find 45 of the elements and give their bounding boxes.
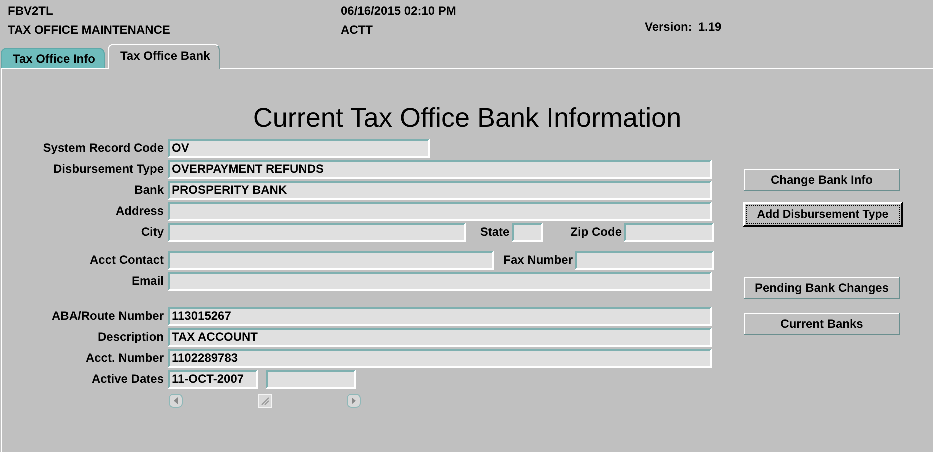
input-field[interactable]: OVERPAYMENT REFUNDS [168, 160, 712, 178]
input-field[interactable]: 113015267 [168, 306, 712, 326]
input-field[interactable] [168, 272, 712, 290]
field-label: City [140, 225, 165, 239]
scroll-right-icon[interactable] [347, 394, 361, 408]
field-label: Address [114, 204, 165, 218]
field-label: Description [96, 330, 165, 344]
form-name: TAX OFFICE MAINTENANCE [8, 24, 172, 36]
scroll-left-icon[interactable] [169, 394, 183, 408]
field-label: Fax Number [504, 253, 574, 267]
field-label: Bank [134, 183, 165, 197]
scroll-thumb[interactable] [258, 394, 272, 408]
input-field[interactable]: 1102289783 [168, 348, 712, 368]
button[interactable]: Pending Bank Changes [744, 277, 900, 299]
field-label: Email [130, 274, 165, 288]
input-field[interactable] [168, 250, 494, 270]
user-name: ACTT [341, 24, 374, 36]
button[interactable]: Add Disbursement Type [743, 202, 903, 227]
field-label: Zip Code [570, 225, 623, 239]
input-field[interactable]: 11-OCT-2007 [168, 370, 258, 388]
field-label: System Record Code [42, 141, 165, 155]
date-time: 06/16/2015 02:10 PM [341, 5, 458, 17]
input-field[interactable] [624, 222, 714, 242]
page-title: Current Tax Office Bank Information [252, 102, 683, 135]
input-field[interactable] [168, 222, 466, 242]
input-field[interactable]: OV [168, 138, 430, 158]
version-label: Version: [645, 21, 692, 33]
button[interactable]: Change Bank Info [744, 169, 900, 191]
input-field[interactable] [575, 250, 714, 270]
input-field[interactable] [168, 202, 712, 220]
field-label: Active Dates [90, 372, 165, 386]
form-code: FBV2TL [8, 5, 54, 17]
field-label: ABA/Route Number [50, 309, 165, 323]
field-label: Disbursement Type [52, 162, 165, 176]
input-field[interactable] [512, 222, 543, 242]
tab[interactable]: Tax Office Bank [108, 44, 220, 69]
field-label: Acct Contact [88, 253, 165, 267]
button[interactable]: Current Banks [744, 313, 900, 335]
tab[interactable]: Tax Office Info [1, 48, 106, 68]
field-label: Acct. Number [84, 351, 165, 365]
field-label: State [480, 225, 511, 239]
version-number: 1.19 [698, 21, 722, 33]
input-field[interactable]: PROSPERITY BANK [168, 180, 712, 200]
input-field[interactable]: TAX ACCOUNT [168, 328, 712, 346]
input-field[interactable] [266, 370, 356, 388]
